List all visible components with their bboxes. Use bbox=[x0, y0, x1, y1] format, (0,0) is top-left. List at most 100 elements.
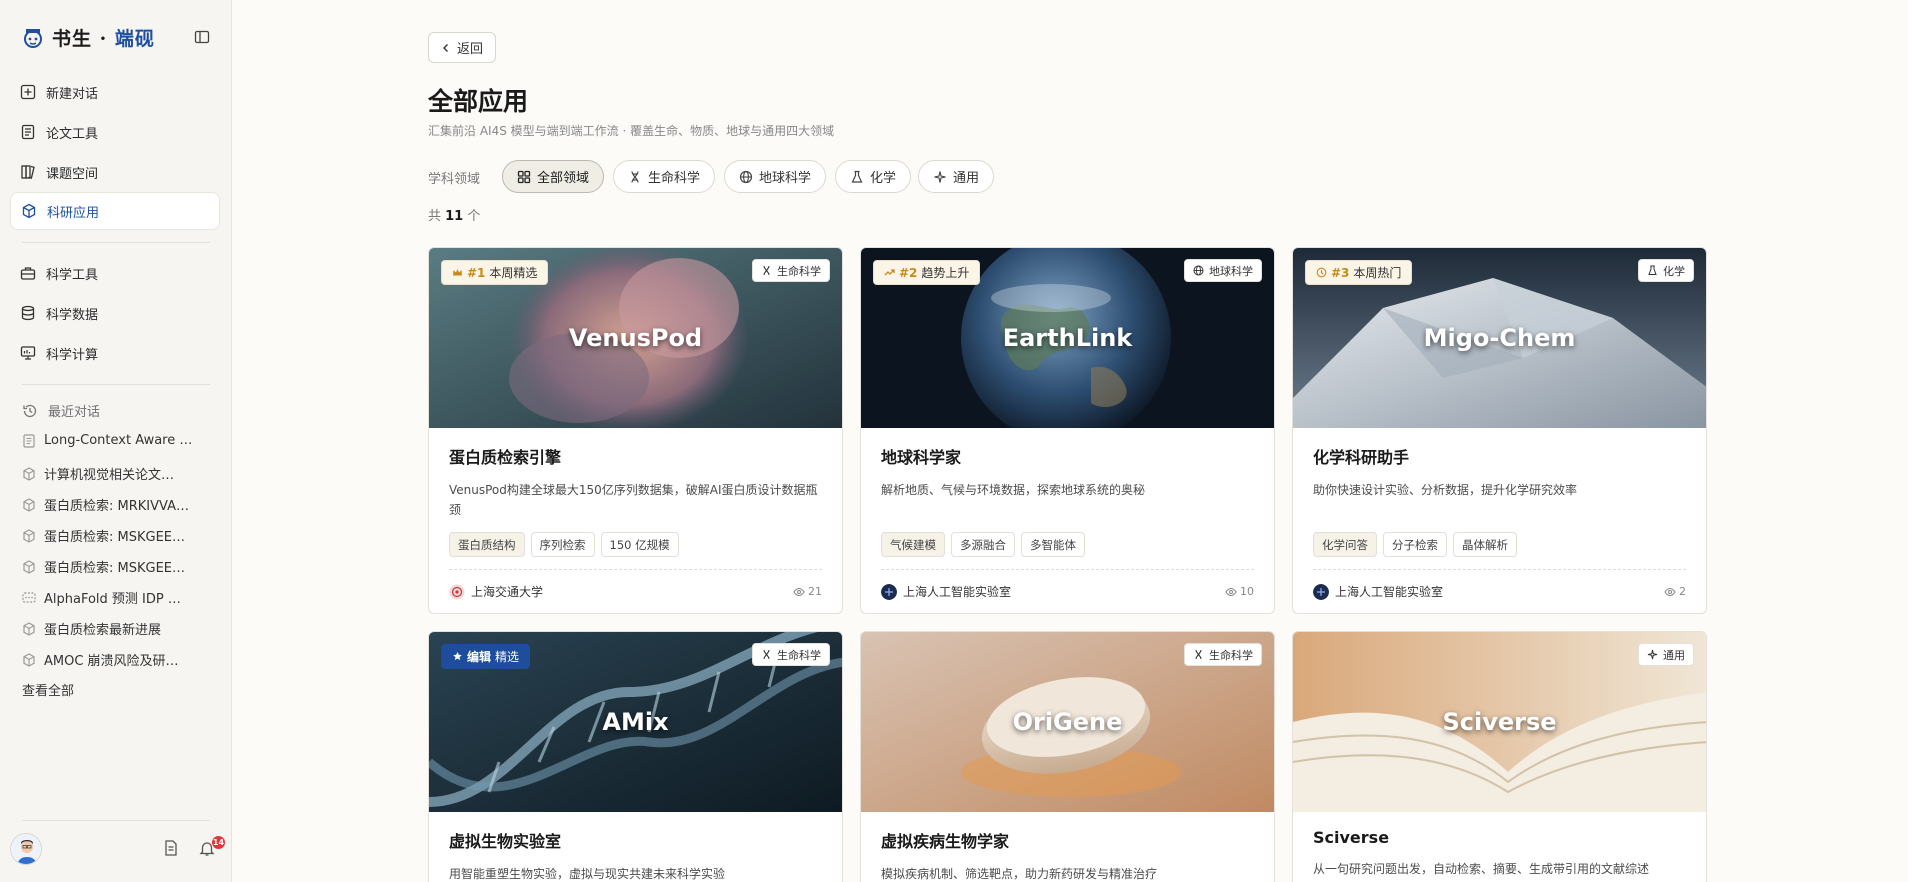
app-card-migo-chem[interactable]: Migo-Chem #3 本周热门 化学 化学科研助手 助你快速设计实验、分析数… bbox=[1292, 247, 1707, 614]
card-hero-image: Sciverse 通用 bbox=[1293, 632, 1706, 812]
recent-chat-item[interactable]: 蛋白质检索: MSKGEE… bbox=[22, 557, 212, 576]
chevron-left-icon bbox=[442, 43, 448, 52]
recent-chat-item[interactable]: 蛋白质检索: MRKIVVA… bbox=[22, 495, 212, 514]
tag: 晶体解析 bbox=[1453, 532, 1517, 557]
notification-badge: 14 bbox=[212, 836, 225, 849]
tag: 多源融合 bbox=[951, 532, 1015, 557]
recent-chat-item[interactable]: 蛋白质检索最新进展 bbox=[22, 619, 212, 638]
recent-chat-item[interactable]: 蛋白质检索: MSKGEE… bbox=[22, 526, 212, 545]
filter-label: 学科领域 bbox=[428, 172, 481, 187]
document-icon bbox=[23, 433, 35, 448]
nav-science-data[interactable]: 科学数据 bbox=[10, 294, 220, 332]
card-title: 蛋白质检索引擎 bbox=[449, 448, 562, 467]
cube-icon bbox=[22, 203, 36, 219]
app-card-earthlink[interactable]: EarthLink #2 趋势上升 地球科学 地球科学家 解析地质、气候与环境数… bbox=[860, 247, 1275, 614]
app-card-sciverse[interactable]: Sciverse 通用 Sciverse 从一句研究问题出发，自动检索、摘要、生… bbox=[1292, 631, 1707, 882]
nav-label: 科学工具 bbox=[46, 267, 99, 283]
brand-main-text: 书生 · bbox=[52, 28, 115, 50]
domain-badge: 生命科学 bbox=[752, 643, 830, 666]
back-label: 返回 bbox=[456, 42, 483, 57]
brand-logo[interactable]: 书生 · 端砚 bbox=[20, 24, 155, 51]
globe-icon bbox=[1193, 265, 1204, 276]
trend-up-icon bbox=[884, 269, 895, 276]
nav-project-space[interactable]: 课题空间 bbox=[10, 153, 220, 191]
rank-label: 趋势上升 bbox=[921, 266, 970, 280]
filter-chip-all[interactable]: 全部领域 bbox=[502, 160, 605, 193]
domain-label: 生命科学 bbox=[1209, 648, 1253, 662]
recent-chat-label: 蛋白质检索最新进展 bbox=[44, 623, 162, 638]
nav-label: 新建对话 bbox=[46, 86, 99, 102]
card-description: VenusPod构建全球最大150亿序列数据集，破解AI蛋白质设计数据瓶颈 bbox=[449, 483, 818, 517]
nav-label: 科研应用 bbox=[47, 205, 100, 221]
recent-chat-item[interactable]: AlphaFold 预测 IDP … bbox=[22, 588, 212, 607]
domain-badge: 地球科学 bbox=[1184, 259, 1262, 282]
card-description: 助你快速设计实验、分析数据，提升化学研究效率 bbox=[1313, 483, 1578, 497]
tag-list: 气候建模 多源融合 多智能体 bbox=[881, 532, 1254, 557]
dna-icon bbox=[1195, 649, 1202, 660]
card-footer: 上海人工智能实验室 2 bbox=[1313, 569, 1686, 613]
card-title: 地球科学家 bbox=[881, 448, 962, 467]
domain-badge: 化学 bbox=[1638, 259, 1694, 282]
clock-icon bbox=[1316, 267, 1327, 278]
view-count: 21 bbox=[793, 585, 822, 598]
dna-icon bbox=[763, 265, 770, 276]
card-description: 模拟疾病机制、筛选靶点，助力新药研发与精准治疗 bbox=[881, 867, 1158, 881]
nav-research-apps[interactable]: 科研应用 bbox=[10, 192, 220, 230]
eye-icon bbox=[1664, 587, 1676, 596]
nav-new-chat[interactable]: 新建对话 bbox=[10, 73, 220, 111]
recent-chat-label: AMOC 崩溃风险及研… bbox=[44, 654, 179, 669]
organization: 上海交通大学 bbox=[449, 583, 543, 600]
domain-label: 地球科学 bbox=[1209, 264, 1253, 278]
nav-label: 科学计算 bbox=[46, 347, 99, 363]
shlab-logo-icon bbox=[881, 583, 897, 600]
back-button[interactable]: 返回 bbox=[428, 32, 496, 63]
nav-paper-tools[interactable]: 论文工具 bbox=[10, 113, 220, 151]
card-title: 化学科研助手 bbox=[1313, 448, 1410, 467]
recent-chat-label: Long-Context Aware … bbox=[44, 433, 193, 448]
dna-icon bbox=[763, 649, 770, 660]
filter-chip-life-science[interactable]: 生命科学 bbox=[613, 160, 716, 193]
recent-title-text: 最近对话 bbox=[48, 405, 101, 420]
page-title: 全部应用 bbox=[428, 87, 529, 116]
document-icon bbox=[21, 124, 35, 140]
nav-science-compute[interactable]: 科学计算 bbox=[10, 334, 220, 372]
nav-science-tools[interactable]: 科学工具 bbox=[10, 254, 220, 292]
filter-chip-general[interactable]: 通用 bbox=[918, 160, 995, 193]
notes-icon[interactable] bbox=[162, 839, 180, 857]
card-hero-image: VenusPod #1 本周精选 生命科学 bbox=[429, 248, 842, 428]
view-all-link[interactable]: 查看全部 bbox=[22, 680, 74, 699]
tag: 多智能体 bbox=[1021, 532, 1085, 557]
card-footer: 上海人工智能实验室 10 bbox=[881, 569, 1254, 613]
rank-label: 精选 bbox=[495, 650, 520, 664]
app-card-origene[interactable]: OriGene 生命科学 虚拟疾病生物学家 模拟疾病机制、筛选靶点，助力新药研发… bbox=[860, 631, 1275, 882]
grid-icon bbox=[517, 170, 531, 183]
cube-icon bbox=[23, 466, 35, 481]
recent-chat-item[interactable]: AMOC 崩溃风险及研… bbox=[22, 650, 212, 669]
cube-icon bbox=[23, 559, 35, 574]
tag: 化学问答 bbox=[1313, 532, 1377, 557]
rank-badge: #2 趋势上升 bbox=[873, 260, 981, 285]
recent-chat-item[interactable]: Long-Context Aware … bbox=[22, 433, 212, 448]
rank-number: #2 bbox=[899, 265, 918, 280]
sidebar-toggle-icon[interactable] bbox=[194, 29, 210, 45]
sparkle-icon bbox=[1647, 649, 1658, 660]
view-count-value: 21 bbox=[808, 585, 822, 598]
recent-chat-label: AlphaFold 预测 IDP … bbox=[44, 592, 181, 607]
nav-label: 课题空间 bbox=[46, 166, 99, 182]
recent-chat-label: 蛋白质检索: MSKGEE… bbox=[44, 530, 186, 545]
domain-label: 生命科学 bbox=[777, 264, 821, 278]
recent-chat-item[interactable]: 计算机视觉相关论文… bbox=[22, 464, 212, 483]
rank-number: #3 bbox=[1331, 265, 1350, 280]
filter-chip-earth-science[interactable]: 地球科学 bbox=[724, 160, 827, 193]
cube-icon bbox=[23, 652, 35, 667]
flask-icon bbox=[851, 170, 863, 183]
card-hero-image: AMix 编辑 精选 生命科学 bbox=[429, 632, 842, 812]
rank-badge: #3 本周热门 bbox=[1305, 260, 1413, 285]
filter-chip-chemistry[interactable]: 化学 bbox=[835, 160, 912, 193]
app-card-venuspod[interactable]: VenusPod #1 本周精选 生命科学 蛋白质检索引擎 VenusPod构建… bbox=[428, 247, 843, 614]
tag-list: 蛋白质结构 序列检索 150 亿规模 bbox=[449, 532, 822, 557]
avatar[interactable] bbox=[10, 833, 42, 865]
card-title: 虚拟生物实验室 bbox=[449, 832, 562, 851]
app-card-amix[interactable]: AMix 编辑 精选 生命科学 虚拟生物实验室 用智能重塑生物实验，虚拟与现实共… bbox=[428, 631, 843, 882]
nav-label: 科学数据 bbox=[46, 307, 99, 323]
